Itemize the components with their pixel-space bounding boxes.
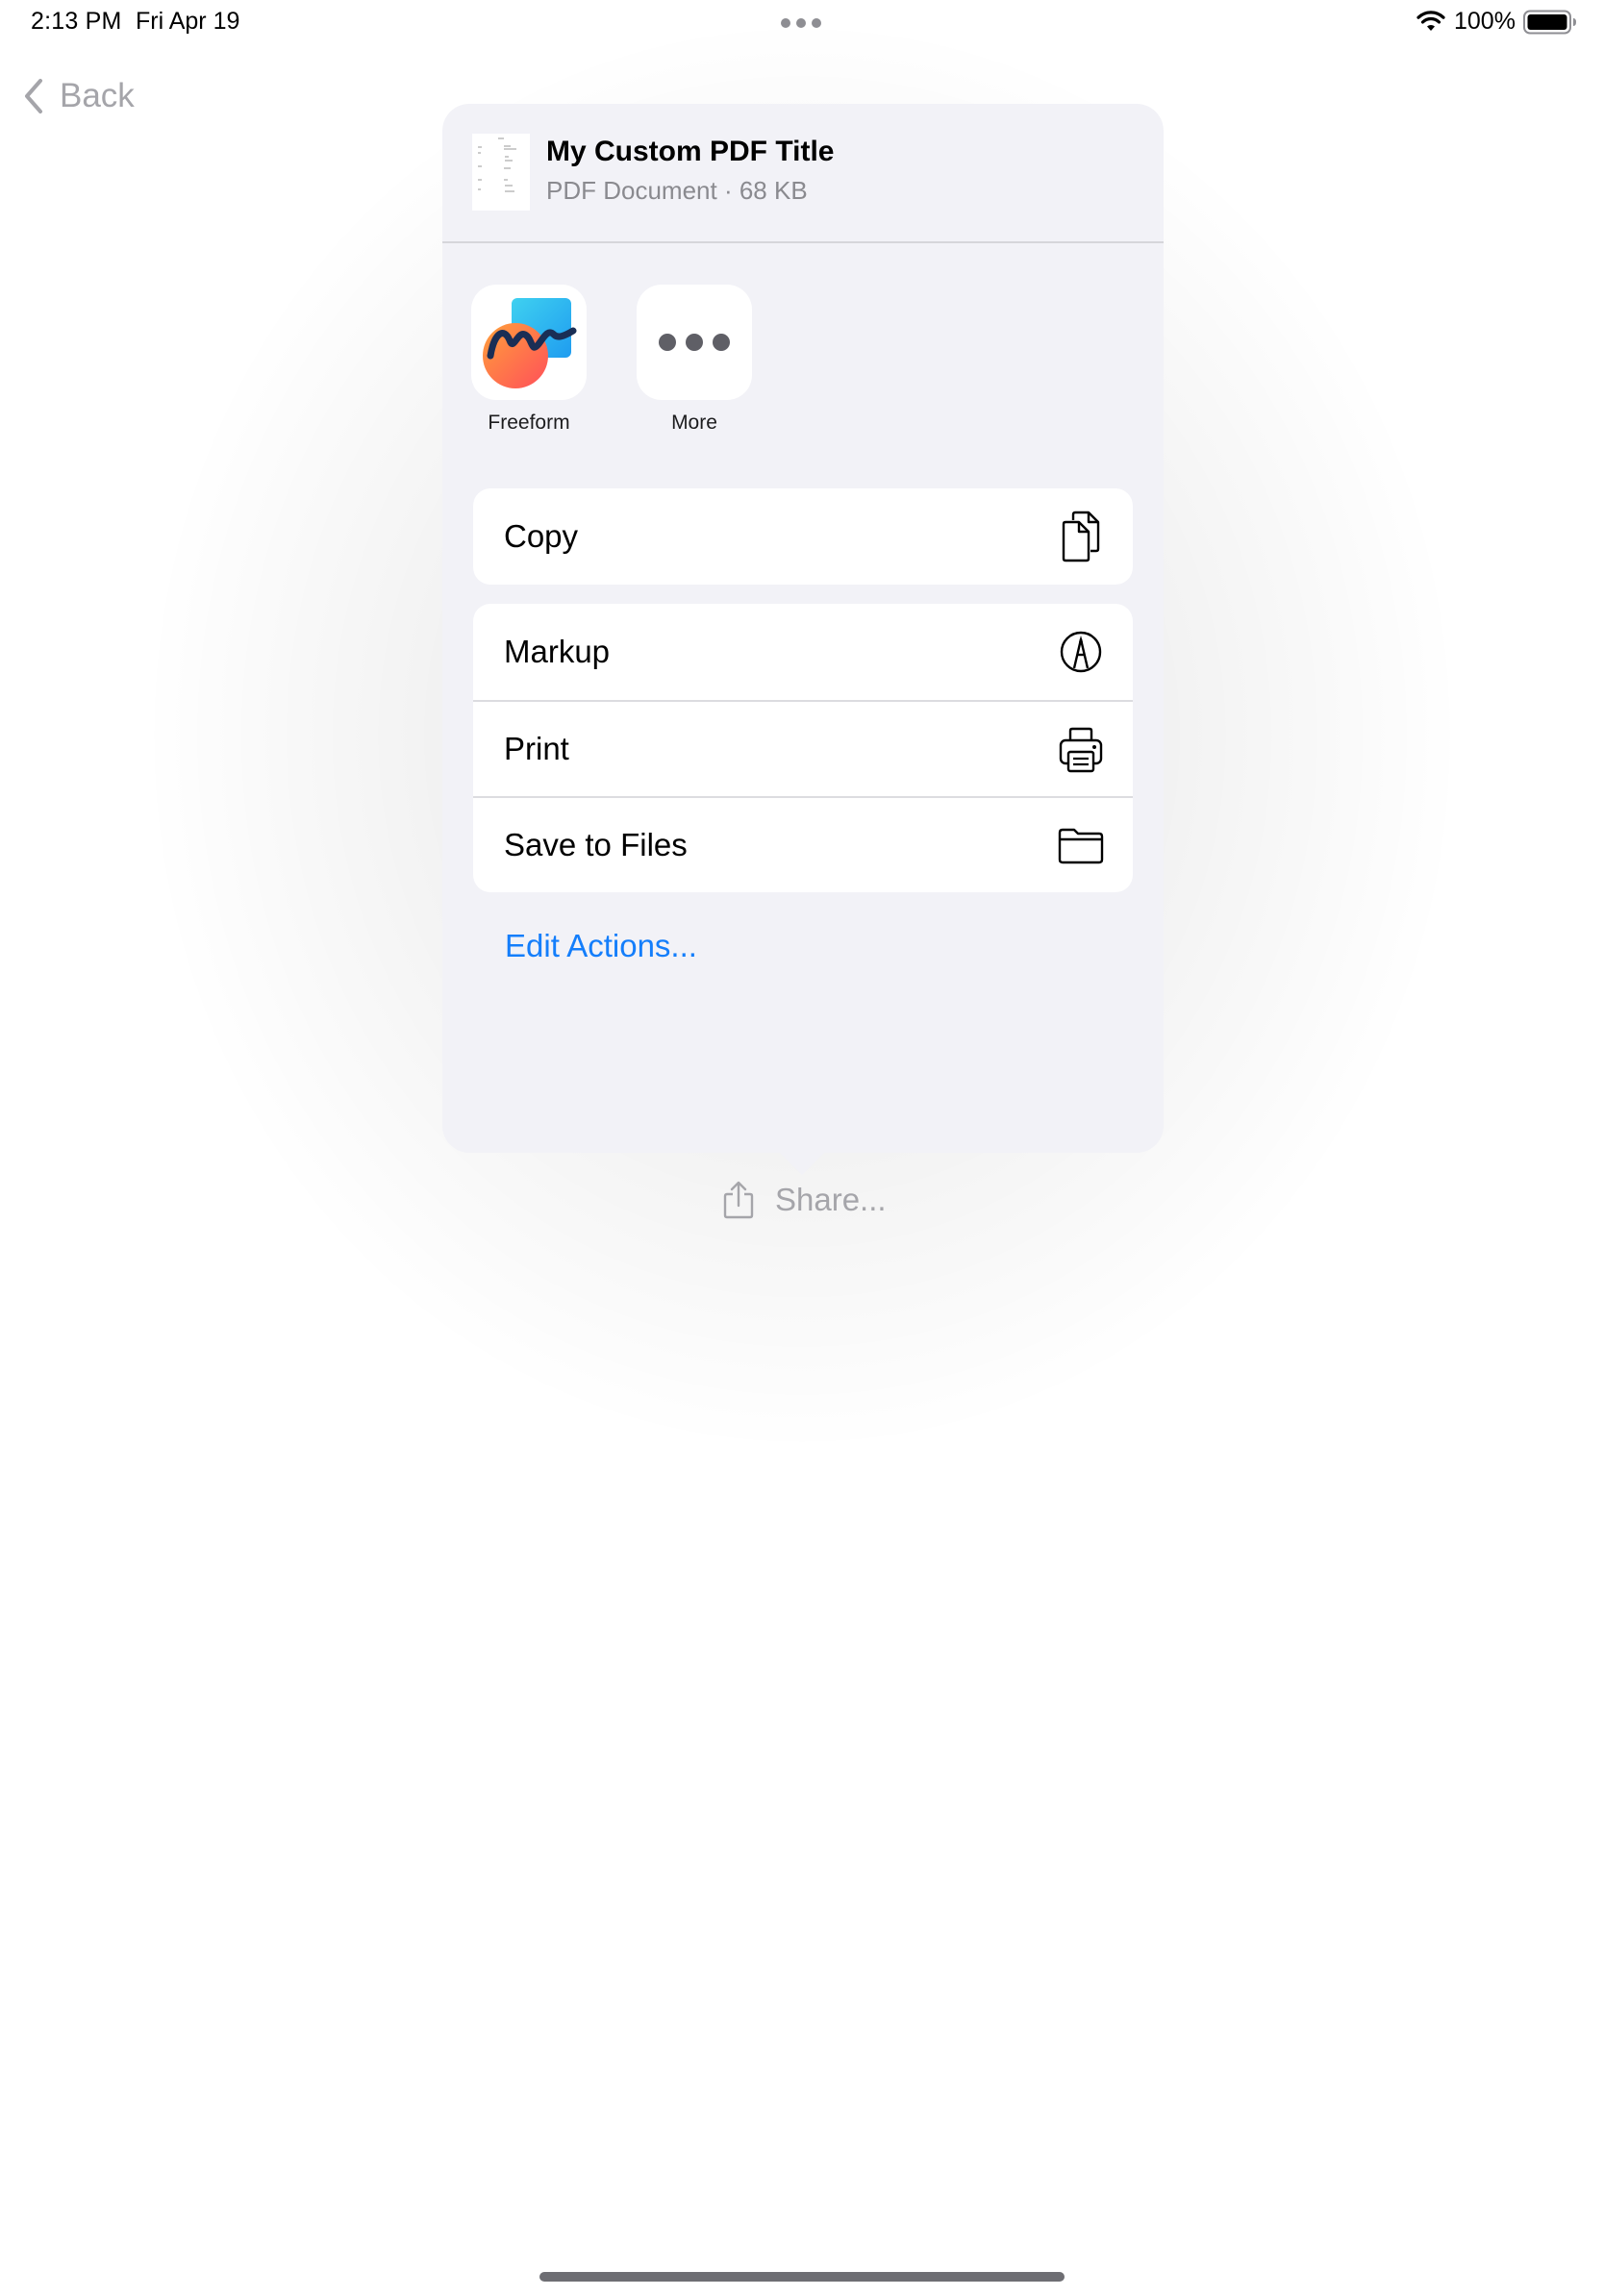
more-ellipsis-icon — [637, 285, 752, 400]
document-subtitle: PDF Document · 68 KB — [546, 176, 808, 205]
edit-actions-link[interactable]: Edit Actions... — [505, 928, 697, 964]
share-app-freeform[interactable]: Freeform — [471, 285, 587, 435]
action-group-2: Markup Print Save to Files — [473, 604, 1133, 892]
multitasking-dots-icon[interactable] — [781, 18, 821, 28]
wifi-icon — [1416, 11, 1445, 31]
share-app-label: Freeform — [488, 412, 570, 434]
back-button[interactable]: Back — [21, 72, 135, 120]
pdf-thumbnail-icon — [472, 134, 530, 211]
share-app-label: More — [671, 412, 717, 434]
share-sheet: My Custom PDF Title PDF Document · 68 KB — [442, 104, 1164, 1153]
document-title: My Custom PDF Title — [546, 136, 835, 167]
copy-icon — [1062, 511, 1100, 562]
action-print[interactable]: Print — [473, 700, 1133, 796]
home-indicator[interactable] — [539, 2272, 1065, 2282]
back-label: Back — [60, 77, 135, 114]
share-app-more[interactable]: More — [637, 285, 752, 435]
share-label: Share... — [775, 1182, 887, 1217]
action-label: Copy — [504, 518, 579, 554]
status-time: 2:13 PM — [31, 8, 122, 35]
share-icon — [723, 1181, 754, 1219]
action-label: Markup — [504, 634, 611, 669]
chevron-left-icon — [25, 79, 42, 113]
action-markup[interactable]: Markup — [473, 604, 1133, 700]
battery-percentage: 100% — [1454, 8, 1516, 35]
folder-icon — [1058, 828, 1104, 864]
freeform-app-icon — [471, 285, 587, 400]
action-label: Print — [504, 731, 569, 766]
action-save-to-files[interactable]: Save to Files — [473, 796, 1133, 892]
popover-arrow — [777, 1150, 827, 1175]
printer-icon — [1059, 727, 1103, 773]
status-date: Fri Apr 19 — [136, 8, 240, 35]
share-sheet-header: My Custom PDF Title PDF Document · 68 KB — [442, 104, 1164, 243]
action-copy[interactable]: Copy — [473, 488, 1133, 585]
share-app-row: Freeform More — [471, 285, 752, 435]
battery-icon — [1523, 10, 1576, 35]
markup-pen-icon — [1060, 631, 1102, 673]
action-label: Save to Files — [504, 827, 688, 862]
share-button[interactable]: Share... — [723, 1181, 887, 1219]
action-group-1: Copy — [473, 488, 1133, 585]
